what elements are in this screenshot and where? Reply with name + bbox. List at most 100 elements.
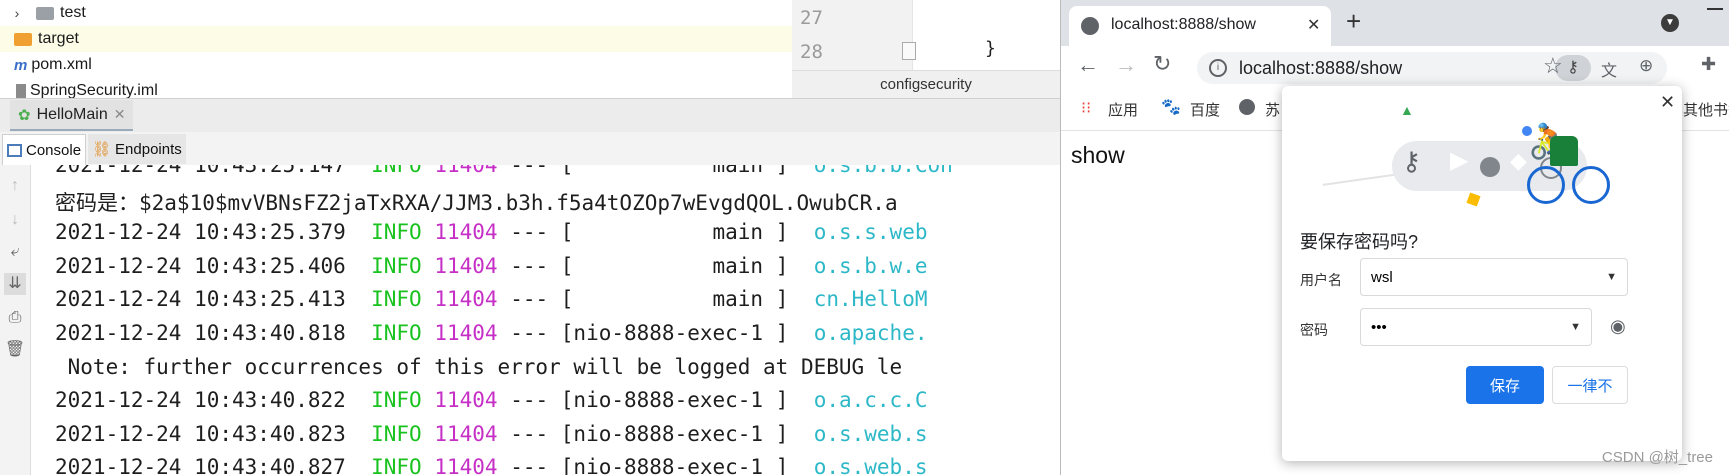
tab-title: localhost:8888/show — [1111, 16, 1256, 33]
ide-window: › test target m pom.xml SpringSecurity.i… — [0, 0, 1060, 475]
back-icon[interactable]: ← — [1077, 52, 1099, 78]
tab-console[interactable]: Console — [2, 134, 87, 166]
log-timestamp: 2021-12-24 10:43:40.822 — [55, 388, 346, 413]
close-tab-icon[interactable]: ✕ — [1307, 15, 1320, 35]
tree-item-pom[interactable]: m pom.xml — [0, 52, 792, 78]
scroll-to-end-icon[interactable]: ⇊ — [4, 273, 26, 295]
bookmark-baidu[interactable]: 百度 — [1190, 99, 1220, 120]
log-thread: nio-8888-exec-1 — [573, 455, 764, 475]
log-timestamp: 2021-12-24 10:43:25.413 — [55, 287, 346, 312]
reload-icon[interactable]: ↻ — [1153, 51, 1171, 77]
chevron-down-icon[interactable]: ▼ — [1570, 321, 1581, 333]
console-line: 2021-12-24 10:43:40.818 INFO 11404 --- [… — [55, 321, 927, 345]
forward-icon[interactable]: → — [1115, 52, 1137, 78]
log-logger: o.s.web.s — [813, 421, 928, 446]
baidu-paw-icon: 🐾 — [1161, 99, 1181, 116]
log-separator: --- [ — [510, 165, 574, 177]
page-text: show — [1071, 142, 1125, 168]
password-illustration: ⚷ ▶ ◆ ▲ 🚴 — [1282, 96, 1682, 236]
log-pid: 11404 — [434, 455, 498, 475]
password-field[interactable]: ••• ▼ — [1360, 308, 1592, 346]
extensions-icon[interactable]: ✚ — [1701, 54, 1716, 75]
console-text: Note: further occurrences of this error … — [55, 354, 903, 379]
tab-label: Console — [26, 141, 82, 159]
never-button[interactable]: 一律不 — [1552, 366, 1628, 404]
username-label: 用户名 — [1300, 272, 1342, 288]
trash-icon[interactable]: 🗑 — [4, 339, 26, 361]
tree-item-test[interactable]: › test — [0, 0, 792, 26]
soft-wrap-icon[interactable]: ⤶ — [4, 241, 26, 263]
translate-icon[interactable]: 文 — [1601, 57, 1617, 81]
log-separator: --- [ — [510, 220, 574, 245]
log-logger: o.a.c.c.C — [813, 388, 928, 413]
log-timestamp: 2021-12-24 10:43:40.823 — [55, 421, 346, 446]
new-tab-button[interactable]: + — [1346, 6, 1361, 37]
console-line: 2021-12-24 10:43:25.413 INFO 11404 --- [… — [55, 287, 927, 311]
log-separator: --- [ — [510, 287, 574, 312]
down-arrow-icon[interactable]: ↓ — [4, 209, 26, 231]
minimize-icon[interactable] — [1707, 8, 1723, 10]
fold-marker-icon[interactable] — [902, 42, 916, 60]
file-icon — [16, 84, 26, 98]
log-timestamp: 2021-12-24 10:43:40.818 — [55, 321, 346, 345]
run-tab-hellomain[interactable]: ✿ HelloMain ✕ — [10, 100, 134, 131]
log-bracket: ] — [775, 421, 789, 446]
url-text: localhost:8888/show — [1239, 58, 1403, 78]
log-pid: 11404 — [434, 388, 498, 413]
zoom-icon[interactable]: ⊕ — [1639, 56, 1653, 76]
line-number: 27 — [800, 7, 823, 29]
bookmark-item[interactable]: 苏 — [1265, 99, 1280, 120]
tree-item-label: target — [38, 30, 79, 47]
log-thread: main — [573, 287, 764, 312]
log-level: INFO — [371, 455, 422, 475]
run-tab-label: HelloMain — [36, 105, 108, 123]
apps-grid-icon: ⁝⁝ — [1081, 100, 1092, 117]
line-number: 28 — [800, 41, 823, 63]
chevron-right-icon[interactable]: › — [8, 5, 26, 21]
log-pid: 11404 — [434, 321, 498, 345]
tree-item-target[interactable]: target — [0, 26, 792, 52]
console-line: 2021-12-24 10:43:40.823 INFO 11404 --- [… — [55, 422, 927, 446]
log-pid: 11404 — [434, 253, 498, 278]
username-field[interactable]: wsl ▼ — [1360, 258, 1628, 296]
save-button[interactable]: 保存 — [1466, 366, 1544, 404]
eye-icon[interactable]: ◉ — [1610, 316, 1626, 337]
log-thread: nio-8888-exec-1 — [573, 388, 764, 413]
console-line: 密码是：$2a$10$mvVBNsFZ2jaTxRXA/JJM3.b3h.f5a… — [55, 187, 898, 217]
play-icon: ▶ — [1450, 147, 1469, 174]
log-thread: nio-8888-exec-1 — [573, 321, 764, 345]
log-pid: 11404 — [434, 220, 498, 245]
log-level: INFO — [371, 253, 422, 278]
address-bar[interactable]: i localhost:8888/show ⚷ 文 ⊕ — [1197, 52, 1667, 84]
console-output[interactable]: 2021-12-24 10:43:25.147 INFO 11404 --- [… — [31, 165, 1060, 475]
log-level: INFO — [371, 388, 422, 413]
tab-endpoints[interactable]: ⛓ Endpoints — [88, 134, 186, 164]
log-thread: main — [573, 253, 764, 278]
watermark: CSDN @树_tree — [1601, 449, 1713, 466]
console-line: Note: further occurrences of this error … — [55, 355, 902, 379]
tab-label: Endpoints — [115, 140, 182, 158]
log-timestamp: 2021-12-24 10:43:25.406 — [55, 253, 346, 278]
log-logger: o.apache. — [813, 321, 928, 345]
up-arrow-icon[interactable]: ↑ — [4, 175, 26, 197]
editor-breadcrumb[interactable]: configsecurity — [792, 70, 1060, 99]
bookmark-apps[interactable]: 应用 — [1108, 99, 1138, 120]
log-thread: nio-8888-exec-1 — [573, 421, 764, 446]
info-icon[interactable]: i — [1209, 59, 1227, 77]
tab-search-icon[interactable]: ▼ — [1661, 14, 1679, 32]
print-icon[interactable]: ⎙ — [4, 307, 26, 329]
other-bookmarks[interactable]: 其他书签 — [1683, 99, 1729, 120]
username-value: wsl — [1371, 268, 1393, 286]
star-icon[interactable]: ☆ — [1543, 53, 1563, 79]
close-icon[interactable]: ✕ — [114, 106, 126, 123]
chevron-down-icon[interactable]: ▼ — [1606, 271, 1617, 283]
log-level: INFO — [371, 165, 422, 177]
log-level: INFO — [371, 321, 422, 345]
folder-icon — [36, 6, 54, 20]
browser-tab[interactable]: localhost:8888/show ✕ — [1069, 6, 1331, 46]
log-bracket: ] — [775, 321, 789, 345]
code-line: } — [985, 38, 996, 59]
log-level: INFO — [371, 220, 422, 245]
log-separator: --- [ — [510, 253, 574, 278]
endpoints-icon: ⛓ — [92, 141, 112, 158]
